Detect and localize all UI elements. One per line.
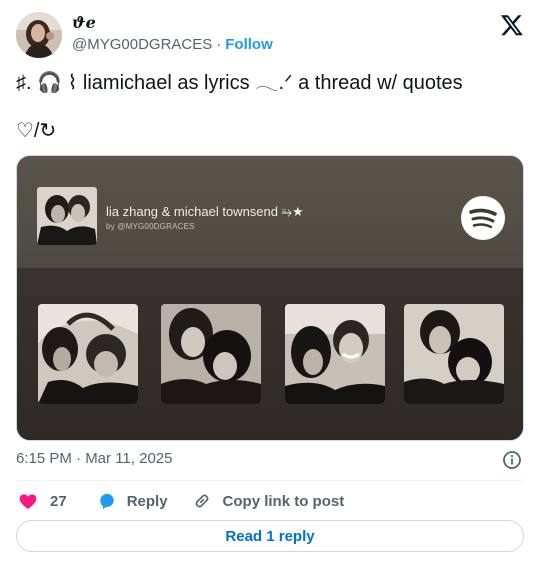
reply-bubble-icon [100, 493, 114, 510]
tweet-text-line2: ♡/↻ [16, 120, 57, 142]
info-icon[interactable] [502, 450, 522, 470]
heart-icon [19, 494, 37, 509]
action-bar: 27 Reply Copy link to post [16, 490, 344, 512]
divider [16, 480, 524, 481]
x-logo-icon[interactable] [500, 13, 524, 37]
playlist-cover-image [37, 187, 97, 245]
photo-1 [38, 304, 138, 404]
link-icon [195, 494, 208, 508]
author-handle-row: @MYG00DGRACES · Follow [72, 36, 273, 53]
separator-dot: · [216, 36, 222, 53]
follow-link[interactable]: Follow [225, 36, 273, 53]
like-count: 27 [50, 492, 67, 510]
playlist-title: lia zhang & michael townsend ⥱★ [106, 204, 304, 219]
read-replies-button[interactable]: Read 1 reply [16, 520, 524, 552]
tweet-media[interactable]: lia zhang & michael townsend ⥱★ by @MYG0… [16, 155, 524, 441]
tweet-text: ♯. 🎧 ⌇ liamichael as lyrics 𓂃.ᐟ a thread… [16, 72, 463, 94]
author-handle[interactable]: @MYG00DGRACES [72, 36, 212, 53]
photo-3 [285, 304, 385, 404]
copy-link-label: Copy link to post [222, 492, 345, 510]
photo-2 [161, 304, 261, 404]
author-display-name[interactable]: ϑe [72, 13, 96, 32]
spotify-icon [461, 196, 505, 240]
avatar[interactable] [16, 12, 62, 58]
copy-link-button[interactable]: Copy link to post [192, 491, 345, 511]
playlist-by: by @MYG00DGRACES [106, 222, 195, 231]
tweet-card: ϑe @MYG00DGRACES · Follow ♯. 🎧 ⌇ liamichae… [0, 0, 540, 567]
photo-4 [404, 304, 504, 404]
reply-label: Reply [126, 492, 168, 510]
like-button[interactable]: 27 [18, 491, 67, 511]
tweet-timestamp[interactable]: 6:15 PM · Mar 11, 2025 [16, 450, 172, 467]
reply-button[interactable]: Reply [97, 491, 168, 511]
